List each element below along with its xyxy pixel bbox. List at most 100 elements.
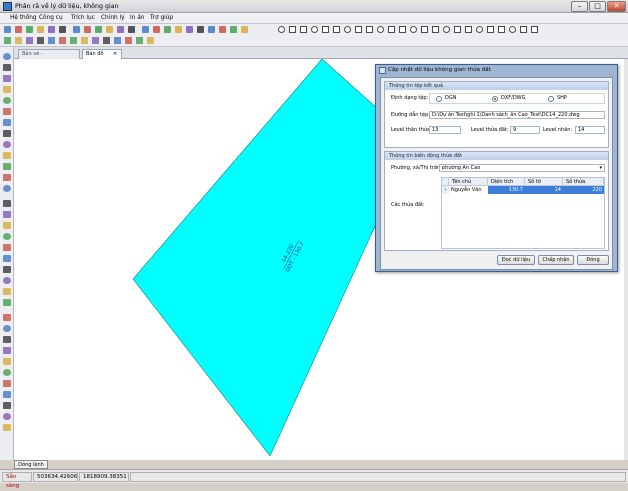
drawing-tool-icon[interactable] (3, 64, 11, 71)
toolbar-draw-icon[interactable] (388, 26, 395, 33)
close-button[interactable]: Đóng (577, 255, 609, 265)
radio-shp[interactable] (548, 96, 554, 102)
toolbar-tool-icon[interactable] (84, 26, 91, 33)
toolbar-draw-icon[interactable] (322, 26, 329, 33)
drawing-tool-icon[interactable] (3, 314, 11, 321)
menu-extract[interactable]: Trích lục (71, 13, 95, 24)
toolbar-draw-icon[interactable] (355, 26, 362, 33)
toolbar-tool-icon[interactable] (48, 26, 55, 33)
level-parcel-input[interactable]: 13 (429, 126, 461, 134)
drawing-tool-icon[interactable] (3, 174, 11, 181)
menu-help[interactable]: Trợ giúp (150, 13, 173, 24)
toolbar-tool-icon[interactable] (136, 37, 143, 44)
toolbar-draw-icon[interactable] (509, 26, 516, 33)
drawing-tool-icon[interactable] (3, 163, 11, 170)
toolbar-tool-icon[interactable] (219, 26, 226, 33)
toolbar-tool-icon[interactable] (92, 37, 99, 44)
menu-system[interactable]: Hệ thống (10, 13, 37, 24)
level-label-input[interactable]: 14 (575, 126, 605, 134)
toolbar-draw-icon[interactable] (344, 26, 351, 33)
drawing-tool-icon[interactable] (3, 97, 11, 104)
toolbar-tool-icon[interactable] (26, 37, 33, 44)
toolbar-tool-icon[interactable] (114, 37, 121, 44)
tab-map[interactable]: Bản đồ ✕ (82, 49, 122, 59)
toolbar-tool-icon[interactable] (128, 26, 135, 33)
menu-edit[interactable]: Chỉnh lý (101, 13, 125, 24)
toolbar-tool-icon[interactable] (15, 37, 22, 44)
toolbar-draw-icon[interactable] (289, 26, 296, 33)
toolbar-tool-icon[interactable] (230, 26, 237, 33)
tab-close-icon[interactable]: ✕ (113, 50, 117, 59)
drawing-tool-icon[interactable] (3, 358, 11, 365)
drawing-tool-icon[interactable] (3, 53, 11, 60)
drawing-tool-icon[interactable] (3, 413, 11, 420)
radio-dgn[interactable] (436, 96, 442, 102)
drawing-tool-icon[interactable] (3, 255, 11, 262)
toolbar-tool-icon[interactable] (241, 26, 248, 33)
accept-button[interactable]: Chấp nhận (538, 255, 574, 265)
toolbar-tool-icon[interactable] (59, 37, 66, 44)
menu-print[interactable]: In ấn (130, 13, 144, 24)
menu-tools[interactable]: Công cụ (39, 13, 63, 24)
drawing-tool-icon[interactable] (3, 200, 11, 207)
drawing-tool-icon[interactable] (3, 391, 11, 398)
toolbar-tool-icon[interactable] (103, 37, 110, 44)
drawing-tool-icon[interactable] (3, 108, 11, 115)
toolbar-tool-icon[interactable] (142, 26, 149, 33)
toolbar-tool-icon[interactable] (147, 37, 154, 44)
table-row[interactable]: › Nguyễn Văn 130.7 14 220 (442, 186, 604, 195)
ward-select[interactable]: phường Ấn Cao ▾ (439, 164, 605, 172)
toolbar-tool-icon[interactable] (37, 26, 44, 33)
toolbar-draw-icon[interactable] (278, 26, 285, 33)
toolbar-draw-icon[interactable] (421, 26, 428, 33)
toolbar-tool-icon[interactable] (59, 26, 66, 33)
toolbar-draw-icon[interactable] (377, 26, 384, 33)
radio-dxf-dwg[interactable] (492, 96, 498, 102)
drawing-tool-icon[interactable] (3, 402, 11, 409)
drawing-tool-icon[interactable] (3, 266, 11, 273)
minimize-button[interactable]: – (571, 1, 588, 12)
toolbar-draw-icon[interactable] (399, 26, 406, 33)
level-no-input[interactable]: 9 (510, 126, 540, 134)
toolbar-draw-icon[interactable] (432, 26, 439, 33)
toolbar-draw-icon[interactable] (476, 26, 483, 33)
drawing-tool-icon[interactable] (3, 130, 11, 137)
toolbar-draw-icon[interactable] (410, 26, 417, 33)
toolbar-tool-icon[interactable] (208, 26, 215, 33)
toolbar-draw-icon[interactable] (520, 26, 527, 33)
toolbar-tool-icon[interactable] (37, 37, 44, 44)
command-tab[interactable]: Dòng lệnh (14, 460, 48, 469)
toolbar-draw-icon[interactable] (333, 26, 340, 33)
drawing-tool-icon[interactable] (3, 211, 11, 218)
drawing-tool-icon[interactable] (3, 325, 11, 332)
drawing-tool-icon[interactable] (3, 222, 11, 229)
toolbar-draw-icon[interactable] (311, 26, 318, 33)
dialog-title-bar[interactable]: Cập nhật dữ liệu không gian thửa đất (376, 65, 617, 76)
toolbar-tool-icon[interactable] (81, 37, 88, 44)
col-owner[interactable]: Tên chủ (449, 178, 488, 186)
drawing-tool-icon[interactable] (3, 233, 11, 240)
col-parcel[interactable]: Số thửa (563, 178, 604, 186)
toolbar-draw-icon[interactable] (498, 26, 505, 33)
toolbar-tool-icon[interactable] (73, 26, 80, 33)
drawing-tool-icon[interactable] (3, 141, 11, 148)
drawing-tool-icon[interactable] (3, 347, 11, 354)
toolbar-tool-icon[interactable] (15, 26, 22, 33)
toolbar-draw-icon[interactable] (366, 26, 373, 33)
toolbar-tool-icon[interactable] (106, 26, 113, 33)
drawing-tool-icon[interactable] (3, 299, 11, 306)
col-sheet[interactable]: Số tờ (525, 178, 563, 186)
drawing-tool-icon[interactable] (3, 119, 11, 126)
drawing-tool-icon[interactable] (3, 288, 11, 295)
toolbar-draw-icon[interactable] (454, 26, 461, 33)
toolbar-tool-icon[interactable] (164, 26, 171, 33)
tab-drawing[interactable]: Bản vẽ - DC14_220.dgn (18, 49, 80, 66)
toolbar-tool-icon[interactable] (4, 37, 11, 44)
vertical-scrollbar[interactable] (624, 59, 628, 460)
close-window-button[interactable]: ✕ (607, 1, 626, 12)
drawing-tool-icon[interactable] (3, 244, 11, 251)
land-parcel-polygon[interactable] (132, 59, 415, 457)
toolbar-tool-icon[interactable] (70, 37, 77, 44)
toolbar-tool-icon[interactable] (197, 26, 204, 33)
drawing-tool-icon[interactable] (3, 380, 11, 387)
